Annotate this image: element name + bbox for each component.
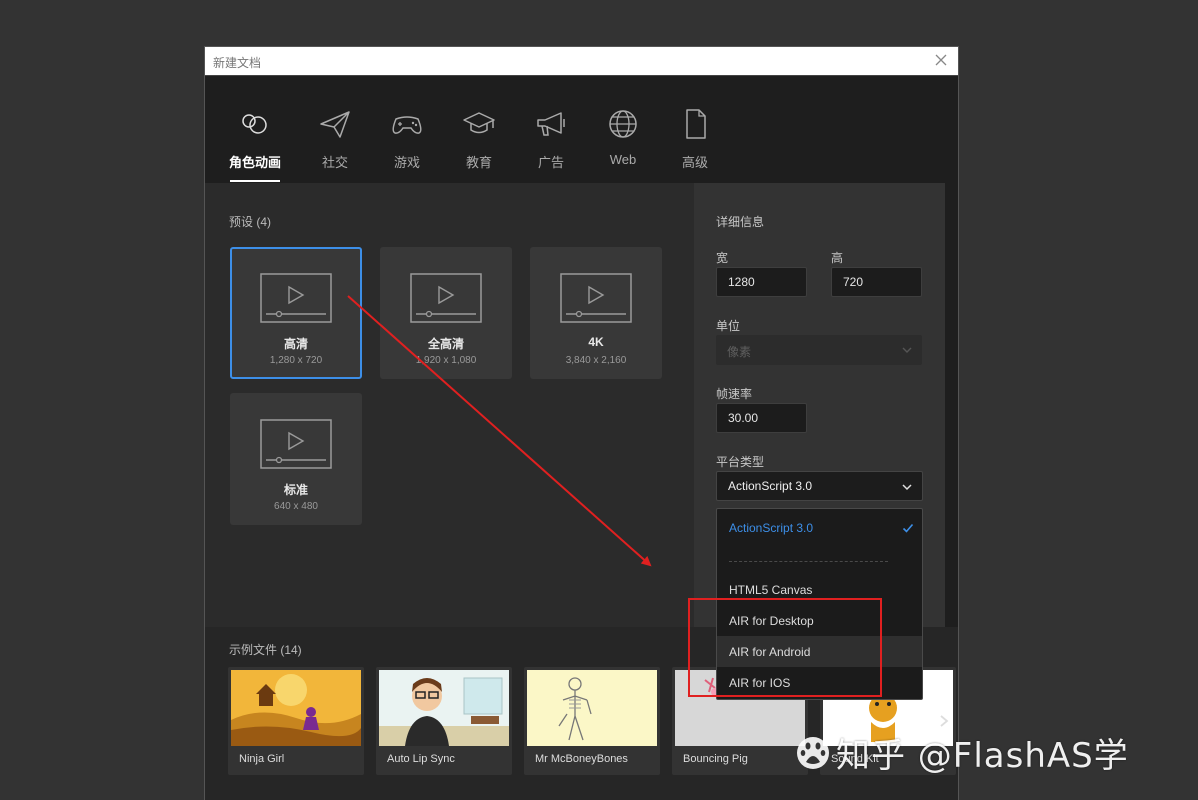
height-label: 高 [831,251,844,265]
option-label: HTML5 Canvas [729,583,813,597]
fps-field[interactable]: 30.00 [716,403,807,433]
megaphone-icon [537,112,565,136]
category-tabs: 角色动画 社交 游戏 教育 广告 Web 高级 [205,77,958,183]
preset-name: 高清 [283,337,308,351]
globe-icon [609,110,637,138]
preset-card-hd[interactable]: 高清 1,280 x 720 [230,247,362,379]
chevron-right-icon[interactable] [938,714,950,728]
preset-card-4k[interactable]: 4K 3,840 x 2,160 [530,247,662,379]
video-preset-icon [260,419,332,469]
preset-dims: 640 x 480 [274,501,318,512]
tab-games[interactable]: 游戏 [377,77,437,183]
tab-web[interactable]: Web [593,77,653,183]
baidu-paw-icon [797,736,829,769]
fps-label: 帧速率 [716,387,753,401]
unit-select: 像素 [716,335,922,365]
tab-education[interactable]: 教育 [449,77,509,183]
presets-panel: 预设 (4) 高清 1,280 x 720 全高清 1,920 x 1,080 [205,183,694,627]
sample-thumb-ninja-girl[interactable]: Ninja Girl [228,667,364,775]
preset-dims: 1,920 x 1,080 [415,355,477,366]
auto-lip-sync-thumbnail [379,670,509,746]
graduation-cap-icon [463,112,495,134]
dialog-titlebar: 新建文档 [205,47,958,76]
height-field[interactable]: 720 [831,267,922,297]
platform-select[interactable]: ActionScript 3.0 [716,471,923,501]
platform-option-actionscript[interactable]: ActionScript 3.0 [717,512,922,543]
dialog-title: 新建文档 [213,56,262,70]
preset-card-fullhd[interactable]: 全高清 1,920 x 1,080 [380,247,512,379]
close-icon[interactable] [933,52,949,68]
annotation-highlight-box [688,598,882,697]
sample-name: Mr McBoneyBones [535,753,628,765]
preset-name: 标准 [283,483,308,497]
details-label: 详细信息 [716,215,765,229]
preset-name: 全高清 [427,337,464,351]
presets-label: 预设 (4) [229,215,272,229]
preset-dims: 1,280 x 720 [269,355,323,366]
preset-dims: 3,840 x 2,160 [565,355,627,366]
sample-name: Auto Lip Sync [387,753,455,765]
tab-label: 教育 [465,155,492,170]
unit-label: 单位 [716,319,741,333]
unit-value: 像素 [727,345,752,359]
watermark: 知乎 @FlashAS学 [796,728,1129,777]
watermark-text: 知乎 @FlashAS学 [836,736,1129,776]
option-label: ActionScript 3.0 [729,521,814,535]
preset-name: 4K [588,335,604,349]
ninja-girl-thumbnail [231,670,361,746]
tab-label: 广告 [537,155,564,170]
tab-label: 角色动画 [228,155,281,170]
dropdown-separator [729,561,888,562]
checkmark-icon [902,523,914,533]
tab-label: 高级 [681,155,708,170]
chevron-down-icon [902,347,912,353]
video-preset-icon [410,273,482,323]
width-field[interactable]: 1280 [716,267,807,297]
sample-thumb-auto-lip-sync[interactable]: Auto Lip Sync [376,667,512,775]
width-label: 宽 [716,251,729,265]
sample-thumb-mr-mcboneybones[interactable]: Mr McBoneyBones [524,667,660,775]
mr-mcboneybones-thumbnail [527,670,657,746]
sample-name: Bouncing Pig [683,753,748,765]
tab-character-animation[interactable]: 角色动画 [225,77,285,183]
platform-value: ActionScript 3.0 [728,479,813,493]
preset-card-standard[interactable]: 标准 640 x 480 [230,393,362,525]
tab-label: 游戏 [393,155,420,170]
tab-social[interactable]: 社交 [305,77,365,183]
video-preset-icon [260,273,332,323]
gamepad-icon [392,116,422,134]
tab-advanced[interactable]: 高级 [665,77,725,183]
paper-plane-icon [320,111,350,138]
active-tab-underline [230,180,280,182]
tab-label: 社交 [321,155,348,170]
sample-name: Ninja Girl [239,753,285,765]
video-preset-icon [560,273,632,323]
platform-label: 平台类型 [716,455,765,469]
chevron-down-icon [902,484,912,491]
character-animation-icon [242,114,267,134]
samples-label: 示例文件 (14) [229,643,302,657]
tab-label: Web [609,152,637,167]
tab-ads[interactable]: 广告 [521,77,581,183]
document-icon [686,109,706,139]
